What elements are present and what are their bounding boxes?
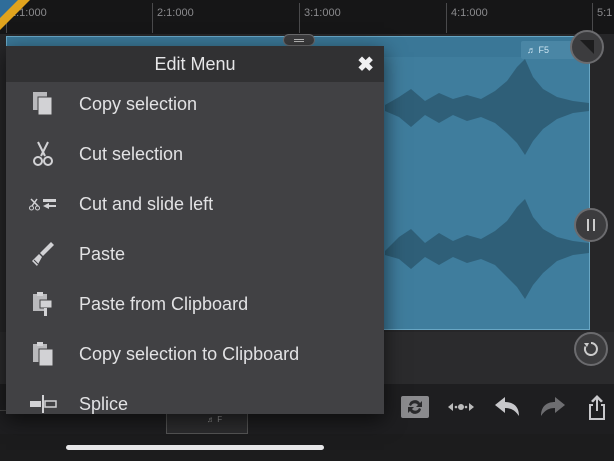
share-icon[interactable] — [582, 392, 612, 422]
edit-menu: Edit Menu ✖ Copy selection Cut selection… — [6, 46, 384, 414]
splice-icon — [28, 389, 58, 419]
playhead-marker-accent — [0, 0, 18, 18]
ruler-label-3: 3:1:000 — [304, 7, 341, 19]
ruler-tick — [299, 3, 300, 33]
undo-icon[interactable] — [492, 392, 522, 422]
nudge-icon[interactable] — [446, 392, 476, 422]
loop-icon[interactable] — [400, 392, 430, 422]
menu-item-copy-selection-to-clipboard[interactable]: Copy selection to Clipboard — [6, 329, 384, 379]
cut-slide-icon — [28, 189, 58, 219]
copy-icon — [28, 89, 58, 119]
menu-item-label: Copy selection to Clipboard — [79, 343, 300, 364]
menu-item-splice[interactable]: Splice — [6, 379, 384, 429]
timeline-ruler[interactable]: 1:1:000 2:1:000 3:1:000 4:1:000 5:1 — [0, 0, 614, 34]
menu-item-label: Cut selection — [79, 143, 184, 164]
pause-icon — [587, 219, 595, 231]
pause-button[interactable] — [574, 208, 608, 242]
paste-clipboard-icon — [28, 289, 58, 319]
menu-item-label: Paste from Clipboard — [79, 293, 249, 314]
close-icon[interactable]: ✖ — [357, 52, 374, 77]
app-screen: 1:1:000 2:1:000 3:1:000 4:1:000 5:1 ♬ F5… — [0, 0, 614, 461]
menu-item-paste[interactable]: Paste — [6, 229, 384, 279]
menu-item-label: Cut and slide left — [79, 193, 214, 214]
ruler-label-2: 2:1:000 — [157, 7, 194, 19]
ruler-label-4: 4:1:000 — [451, 7, 488, 19]
menu-item-cut-and-slide-left[interactable]: Cut and slide left — [6, 179, 384, 229]
ruler-tick — [446, 3, 447, 33]
scissors-icon — [28, 139, 58, 169]
edit-menu-title: Edit Menu — [154, 54, 236, 74]
edit-menu-header: Edit Menu ✖ — [6, 46, 384, 82]
menu-item-label: Splice — [79, 393, 129, 414]
ruler-tick — [152, 3, 153, 33]
home-indicator[interactable] — [66, 445, 324, 450]
reset-button[interactable] — [574, 332, 608, 366]
clip-resize-handle[interactable] — [283, 34, 315, 46]
brush-icon — [28, 239, 58, 269]
ruler-tick — [592, 3, 593, 33]
menu-item-label: Copy selection — [79, 93, 198, 114]
rotate-icon — [583, 342, 598, 356]
menu-item-label: Paste — [79, 243, 126, 264]
menu-item-paste-from-clipboard[interactable]: Paste from Clipboard — [6, 279, 384, 329]
menu-item-cut-selection[interactable]: Cut selection — [6, 129, 384, 179]
menu-item-copy-selection[interactable]: Copy selection — [6, 79, 384, 129]
copy-clipboard-icon — [28, 339, 58, 369]
ruler-label-5: 5:1 — [597, 7, 613, 19]
clip-corner-button[interactable] — [570, 30, 604, 64]
redo-icon[interactable] — [538, 392, 568, 422]
